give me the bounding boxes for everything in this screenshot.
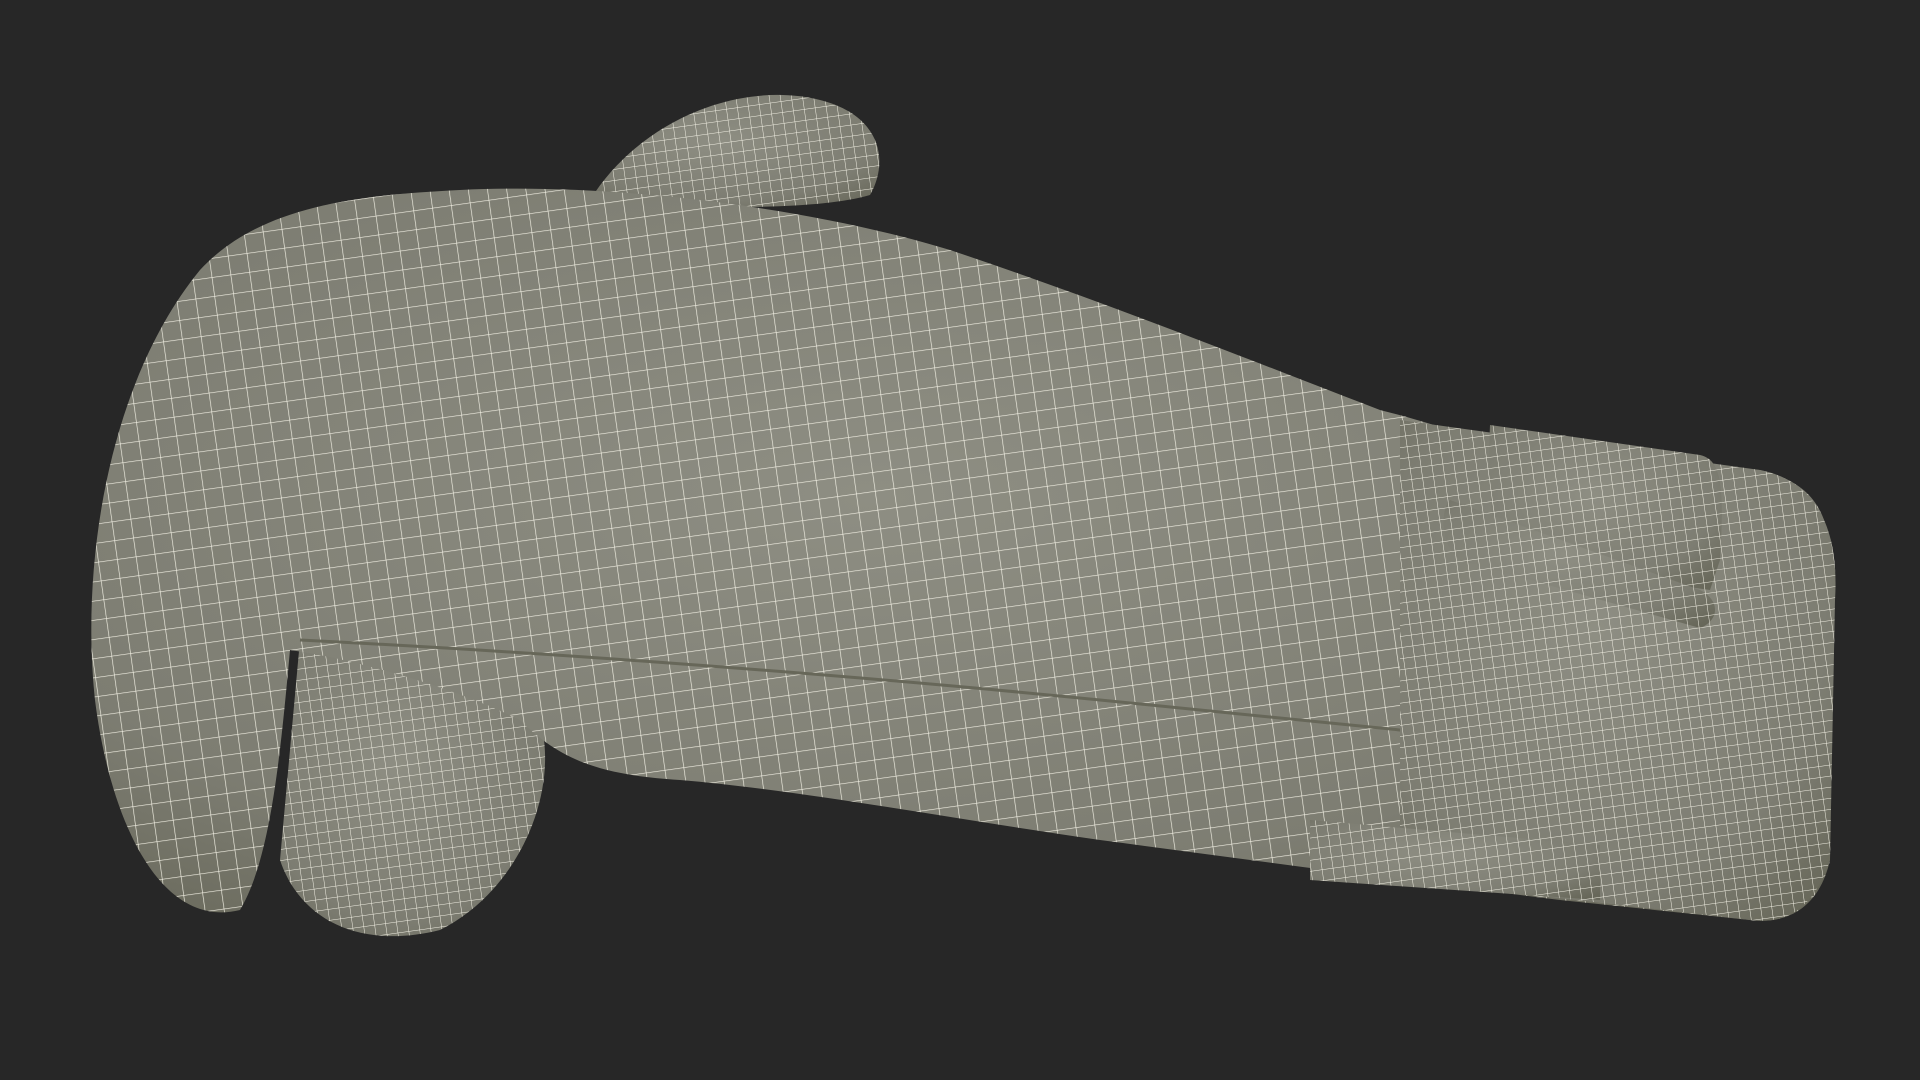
wireframe-render (91, 94, 1836, 937)
render-viewport (0, 0, 1920, 1080)
glove-thumb (590, 94, 880, 207)
